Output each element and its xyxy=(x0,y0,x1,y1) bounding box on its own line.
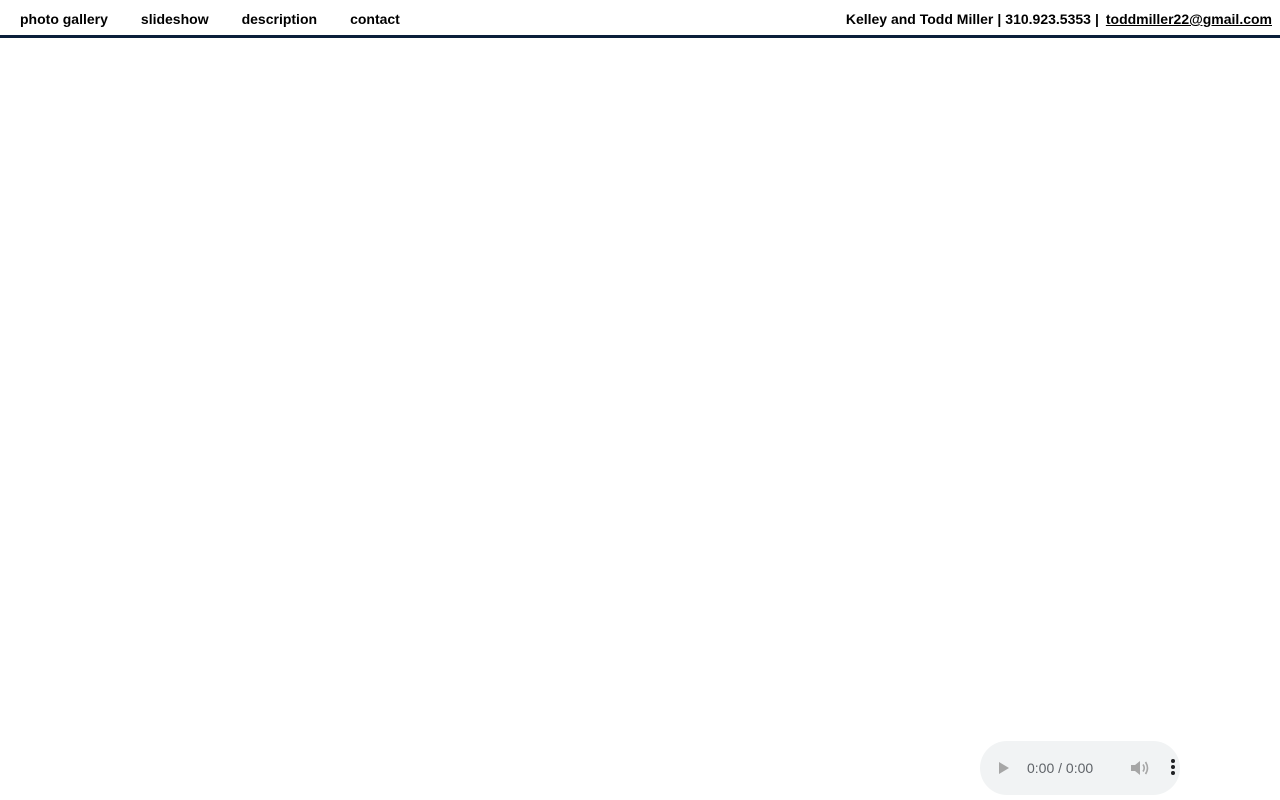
nav-slideshow[interactable]: slideshow xyxy=(141,0,209,38)
contact-info: Kelley and Todd Miller | 310.923.5353 | … xyxy=(846,0,1272,38)
nav-contact[interactable]: contact xyxy=(350,0,400,38)
contact-phone: 310.923.5353 xyxy=(1005,11,1091,27)
audio-time: 0:00 / 0:00 xyxy=(1027,760,1094,776)
main-nav: photo gallery slideshow description cont… xyxy=(20,0,433,38)
play-icon[interactable] xyxy=(999,762,1009,774)
contact-names: Kelley and Todd Miller xyxy=(845,11,994,27)
more-vert-icon[interactable] xyxy=(1170,759,1176,777)
nav-photo-gallery[interactable]: photo gallery xyxy=(20,0,108,38)
contact-separator: | xyxy=(1094,11,1099,27)
audio-player: 0:00 / 0:00 xyxy=(980,741,1180,795)
nav-description[interactable]: description xyxy=(242,0,317,38)
contact-email-link[interactable]: toddmiller22@gmail.com xyxy=(1106,11,1272,27)
contact-separator: | xyxy=(997,11,1002,27)
top-bar: photo gallery slideshow description cont… xyxy=(0,0,1280,38)
volume-icon[interactable] xyxy=(1130,760,1150,776)
